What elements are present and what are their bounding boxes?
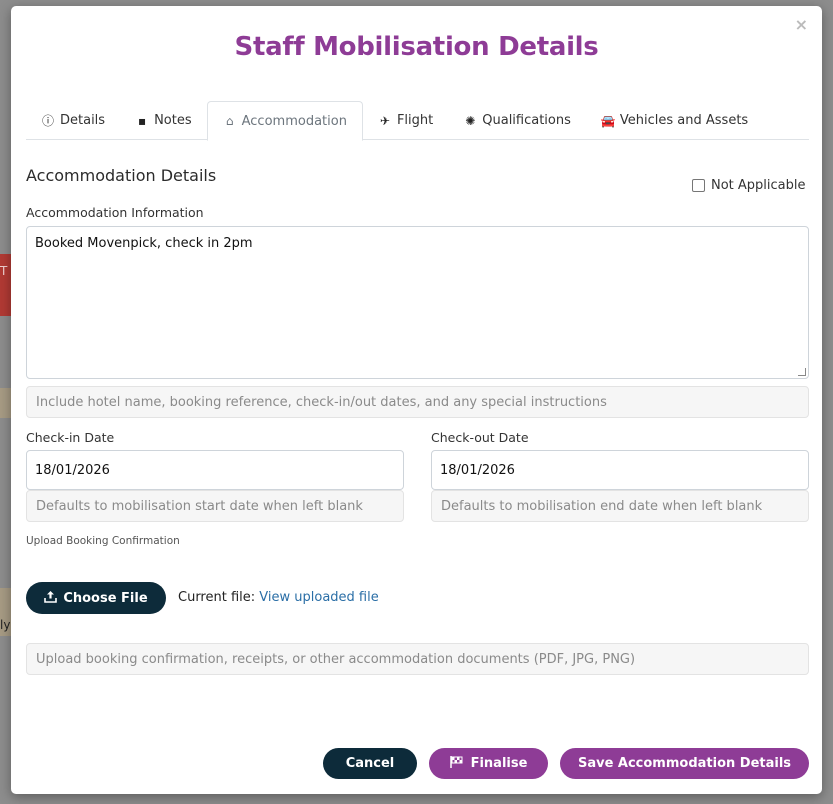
- certificate-icon: ✺: [465, 113, 476, 128]
- tab-label: Vehicles and Assets: [619, 113, 749, 128]
- textarea-value: Booked Movenpick, check in 2pm: [35, 236, 253, 251]
- tab-label: Qualifications: [482, 113, 571, 128]
- staff-mobilisation-modal: × Staff Mobilisation Details ⓘ Details ▪…: [11, 6, 822, 794]
- current-file-prefix: Current file:: [178, 590, 256, 605]
- close-icon[interactable]: ×: [795, 17, 808, 33]
- tab-vehicles-and-assets[interactable]: 🚘 Vehicles and Assets: [586, 101, 763, 140]
- choose-file-label: Choose File: [63, 590, 148, 606]
- checkin-date-label: Check-in Date: [26, 430, 115, 445]
- cancel-button[interactable]: Cancel: [323, 748, 417, 779]
- finalise-button[interactable]: Finalise: [429, 748, 548, 779]
- accommodation-info-textarea[interactable]: Booked Movenpick, check in 2pm: [26, 226, 809, 379]
- background-edge-text: ly: [0, 618, 11, 632]
- car-icon: 🚘: [600, 113, 616, 128]
- upload-help: Upload booking confirmation, receipts, o…: [26, 643, 809, 675]
- tab-label: Flight: [396, 113, 434, 128]
- not-applicable-label: Not Applicable: [711, 178, 806, 193]
- checkin-date-help: Defaults to mobilisation start date when…: [26, 490, 404, 522]
- info-circle-icon: ⓘ: [41, 114, 54, 128]
- checkbox-box[interactable]: [692, 179, 705, 192]
- tab-label: Accommodation: [241, 113, 347, 129]
- accommodation-info-label: Accommodation Information: [26, 205, 204, 220]
- view-uploaded-file-link[interactable]: View uploaded file: [259, 590, 378, 605]
- tab-notes[interactable]: ▪ Notes: [120, 101, 207, 140]
- upload-label: Upload Booking Confirmation: [26, 535, 180, 547]
- checkout-date-input[interactable]: 18/01/2026: [431, 450, 809, 490]
- tab-label: Notes: [154, 113, 192, 128]
- upload-icon: [44, 590, 58, 607]
- checkin-date-input[interactable]: 18/01/2026: [26, 450, 404, 490]
- tab-qualifications[interactable]: ✺ Qualifications: [448, 101, 586, 140]
- finalise-label: Finalise: [470, 756, 528, 771]
- checkout-date-help: Defaults to mobilisation end date when l…: [431, 490, 809, 522]
- tab-label: Details: [60, 113, 106, 128]
- checkout-date-label: Check-out Date: [431, 430, 529, 445]
- section-title: Accommodation Details: [26, 166, 217, 185]
- not-applicable-checkbox[interactable]: Not Applicable: [692, 178, 806, 193]
- sticky-note-icon: ▪: [138, 113, 147, 128]
- tab-details[interactable]: ⓘ Details: [26, 101, 120, 140]
- tab-bar: ⓘ Details ▪ Notes ⌂ Accommodation ✈ Flig…: [26, 101, 809, 141]
- flag-checkered-icon: [449, 756, 463, 771]
- save-accommodation-button[interactable]: Save Accommodation Details: [560, 748, 809, 779]
- plane-icon: ✈: [379, 113, 390, 128]
- home-icon: ⌂: [225, 114, 234, 128]
- tab-flight[interactable]: ✈ Flight: [363, 101, 448, 140]
- accommodation-info-help: Include hotel name, booking reference, c…: [26, 386, 809, 418]
- tab-accommodation[interactable]: ⌂ Accommodation: [206, 101, 363, 141]
- modal-title: Staff Mobilisation Details: [234, 32, 599, 62]
- background-edge-text: T: [0, 264, 8, 278]
- current-file-text: Current file: View uploaded file: [178, 590, 379, 605]
- choose-file-button[interactable]: Choose File: [26, 582, 166, 614]
- resize-handle[interactable]: [798, 368, 806, 376]
